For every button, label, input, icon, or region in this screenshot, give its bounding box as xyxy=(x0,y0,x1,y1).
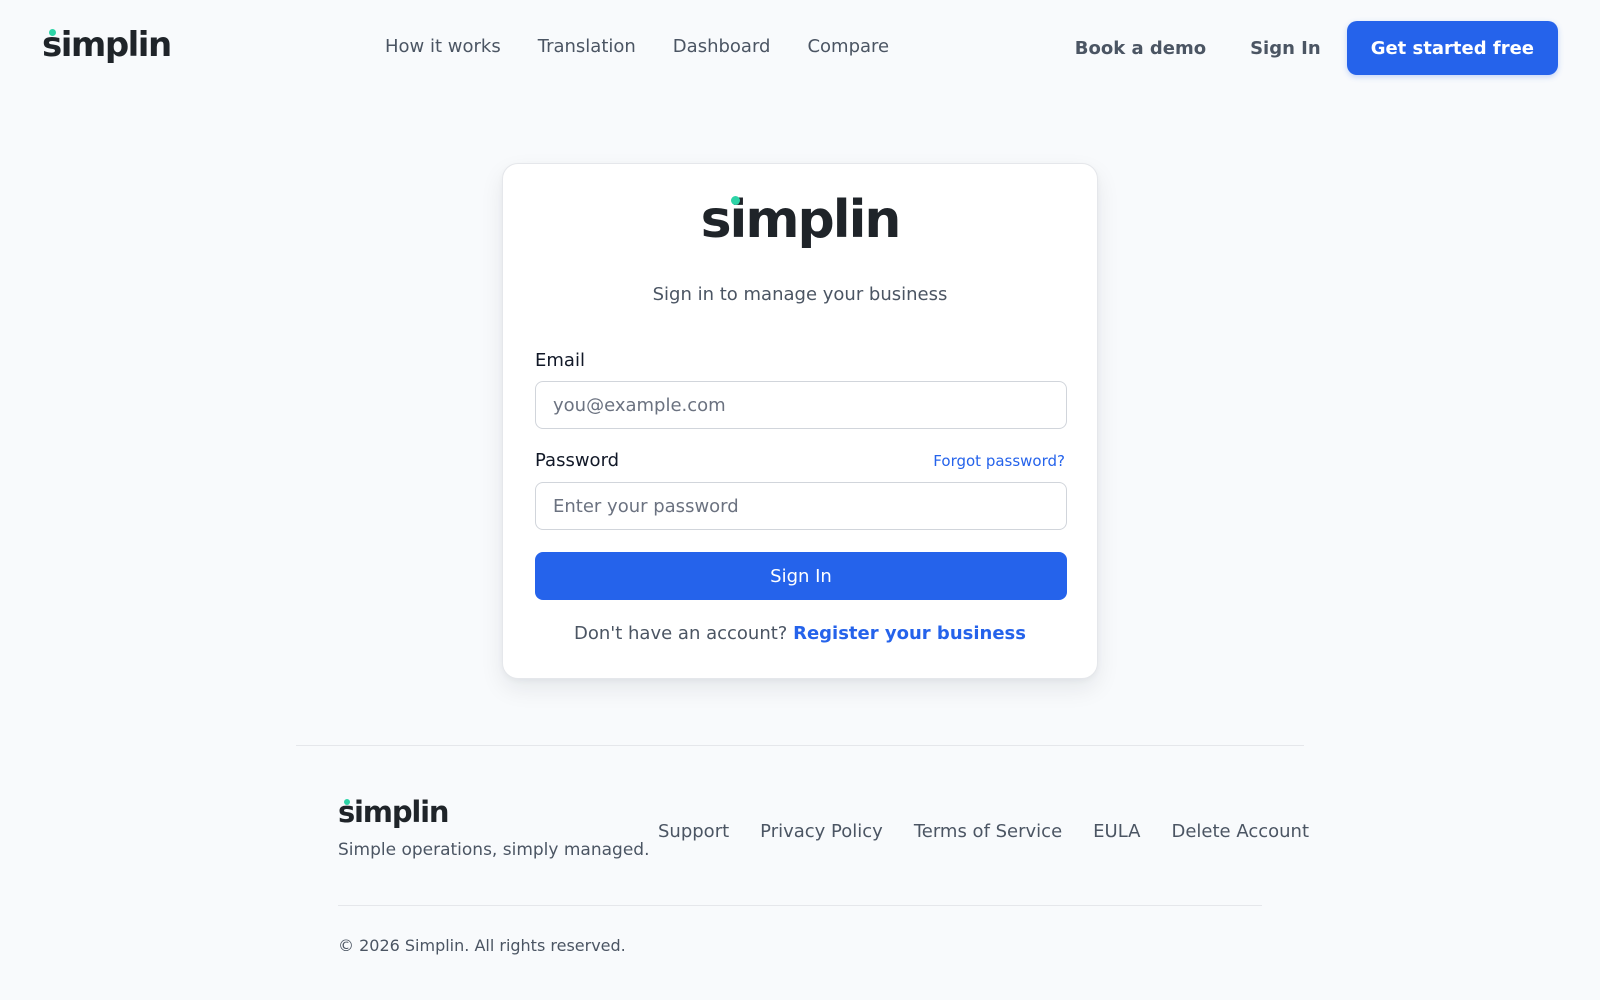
header-actions: Book a demo Sign In Get started free xyxy=(1075,21,1558,75)
top-navbar: simplin How it works Translation Dashboa… xyxy=(0,0,1600,96)
forgot-password-link[interactable]: Forgot password? xyxy=(933,452,1065,470)
footer-divider-top xyxy=(296,745,1304,746)
sign-in-subtitle: Sign in to manage your business xyxy=(652,284,948,305)
email-label: Email xyxy=(535,350,585,371)
footer-link-eula[interactable]: EULA xyxy=(1093,821,1140,842)
footer-link-support[interactable]: Support xyxy=(658,821,729,842)
footer-link-delete-account[interactable]: Delete Account xyxy=(1171,821,1309,842)
nav-link-how-it-works[interactable]: How it works xyxy=(385,36,501,57)
card-logo-wrap: simplin xyxy=(503,194,1097,246)
copyright-text: © 2026 Simplin. All rights reserved. xyxy=(338,936,626,955)
nav-link-dashboard[interactable]: Dashboard xyxy=(673,36,771,57)
book-demo-link[interactable]: Book a demo xyxy=(1075,38,1206,59)
nav-link-compare[interactable]: Compare xyxy=(807,36,889,57)
footer-links: Support Privacy Policy Terms of Service … xyxy=(658,821,1309,842)
get-started-button[interactable]: Get started free xyxy=(1346,21,1558,75)
logo-dot-icon xyxy=(730,196,740,205)
register-prompt: Don't have an account? Register your bus… xyxy=(503,623,1097,644)
header-logo[interactable]: simplin xyxy=(42,25,172,65)
footer-logo-text: simplin xyxy=(338,795,450,829)
header-sign-in-link[interactable]: Sign In xyxy=(1250,38,1321,59)
header-logo-text: simplin xyxy=(42,25,172,65)
password-field[interactable] xyxy=(535,482,1067,530)
main-nav: How it works Translation Dashboard Compa… xyxy=(385,36,889,57)
footer-divider-bottom xyxy=(338,905,1262,906)
sign-in-button[interactable]: Sign In xyxy=(535,552,1067,600)
no-account-text: Don't have an account? xyxy=(574,623,788,644)
footer-logo[interactable]: simplin xyxy=(338,795,450,829)
card-logo: simplin xyxy=(701,194,902,246)
nav-link-translation[interactable]: Translation xyxy=(538,36,636,57)
sign-in-page: simplin How it works Translation Dashboa… xyxy=(0,0,1600,1000)
email-field[interactable] xyxy=(535,381,1067,429)
register-business-link[interactable]: Register your business xyxy=(793,623,1026,644)
sign-in-card: simplin Sign in to manage your business … xyxy=(502,163,1098,679)
logo-dot-icon xyxy=(344,799,350,805)
logo-dot-icon xyxy=(49,29,56,36)
footer-tagline: Simple operations, simply managed. xyxy=(338,840,650,860)
password-label: Password xyxy=(535,450,620,471)
footer-link-terms-of-service[interactable]: Terms of Service xyxy=(914,821,1062,842)
footer-link-privacy-policy[interactable]: Privacy Policy xyxy=(760,821,883,842)
